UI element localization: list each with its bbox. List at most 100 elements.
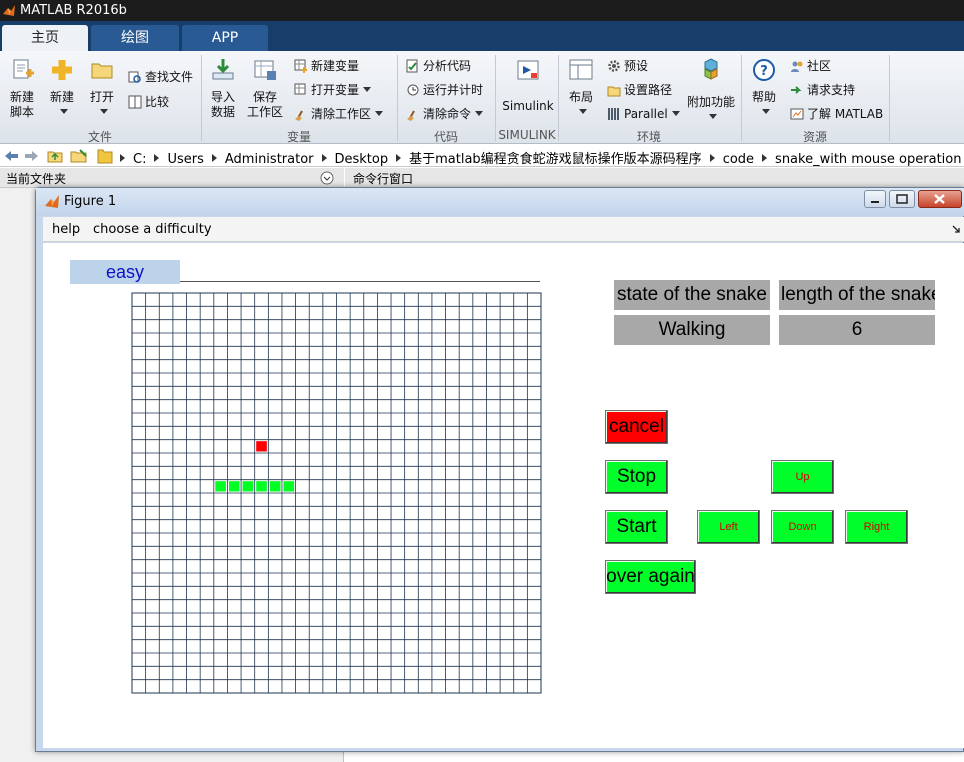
add-ons-caret[interactable] <box>709 114 717 119</box>
figure-menu-bar: help choose a difficulty <box>43 217 964 242</box>
game-grid[interactable] <box>131 292 542 694</box>
back-arrow-icon[interactable] <box>3 149 19 163</box>
open-variable-label: 打开变量 <box>311 83 360 97</box>
add-ons-button[interactable]: 附加功能 <box>686 57 736 125</box>
new-script-label-1: 新建 <box>9 90 34 104</box>
import-data-button[interactable]: 导入 数据 <box>205 57 241 120</box>
difficulty-underline <box>180 281 540 282</box>
find-files-button[interactable]: 查找文件 <box>128 70 193 84</box>
new-button[interactable]: 新建 <box>44 57 80 120</box>
right-button[interactable]: Right <box>845 510 908 544</box>
help-caret[interactable] <box>762 109 770 114</box>
over-again-button[interactable]: over again <box>605 560 696 594</box>
tab-plots[interactable]: 绘图 <box>91 25 179 51</box>
figure-title: Figure 1 <box>64 194 117 209</box>
clear-workspace-button[interactable]: 清除工作区 <box>294 107 384 121</box>
layout-button[interactable]: 布局 <box>563 57 599 120</box>
new-script-icon <box>13 59 34 79</box>
new-script-button[interactable]: 新建 脚本 <box>4 57 40 120</box>
new-dropdown-caret[interactable] <box>60 109 68 114</box>
community-label: 社区 <box>807 59 832 73</box>
dock-arrow-icon[interactable] <box>951 224 961 234</box>
broom-icon <box>407 110 415 121</box>
simulink-label: Simulink <box>502 99 554 113</box>
minimize-icon <box>871 201 879 203</box>
resources-group-label: 资源 <box>802 130 827 144</box>
find-files-icon <box>128 71 141 83</box>
menu-choose-difficulty[interactable]: choose a difficulty <box>93 222 212 237</box>
forward-arrow-icon[interactable] <box>24 149 40 163</box>
simulink-button[interactable]: Simulink <box>500 57 556 114</box>
analyze-code-button[interactable]: 分析代码 <box>406 59 471 73</box>
window-title: MATLAB R2016b <box>20 3 127 18</box>
menu-help[interactable]: help <box>52 222 80 237</box>
save-workspace-button[interactable]: 保存 工作区 <box>245 57 285 120</box>
set-path-button[interactable]: 设置路径 <box>607 83 672 97</box>
compare-label: 比较 <box>145 95 170 109</box>
analyze-code-icon <box>406 59 418 73</box>
address-bar: C: Users Administrator Desktop 基于matlab编程贪食蛇… <box>0 145 964 167</box>
open-label: 打开 <box>89 90 114 104</box>
up-button[interactable]: Up <box>771 460 834 494</box>
community-button[interactable]: 社区 <box>790 59 831 73</box>
stop-button[interactable]: Stop <box>605 460 668 494</box>
up-folder-icon[interactable] <box>47 148 63 164</box>
simulink-icon <box>517 60 539 80</box>
new-variable-icon <box>294 59 307 73</box>
parallel-button[interactable]: Parallel <box>607 107 680 121</box>
save-workspace-label-2: 工作区 <box>246 105 283 119</box>
breadcrumb-item[interactable]: Administrator <box>225 152 314 167</box>
left-button[interactable]: Left <box>697 510 760 544</box>
start-button[interactable]: Start <box>605 510 668 544</box>
preferences-button[interactable]: 预设 <box>607 59 648 73</box>
open-button[interactable]: 打开 <box>84 57 120 120</box>
open-dropdown-caret[interactable] <box>100 109 108 114</box>
parallel-caret[interactable] <box>671 111 680 116</box>
preferences-label: 预设 <box>624 59 649 73</box>
cancel-button[interactable]: cancel <box>605 410 668 444</box>
layout-caret[interactable] <box>579 109 587 114</box>
clear-workspace-caret[interactable] <box>375 111 384 116</box>
food-pellet <box>256 441 267 452</box>
close-icon <box>934 194 945 204</box>
snake-segment <box>256 481 267 492</box>
breadcrumb-item[interactable]: Users <box>167 152 203 167</box>
layout-icon <box>569 59 593 80</box>
breadcrumb-separator <box>762 154 768 162</box>
add-ons-icon <box>704 58 718 80</box>
breadcrumb-item[interactable]: 基于matlab编程贪食蛇游戏鼠标操作版本源码程序 <box>409 152 702 167</box>
breadcrumb-item[interactable]: C: <box>133 152 146 167</box>
request-support-button[interactable]: 请求支持 <box>790 83 855 97</box>
minimize-button[interactable] <box>864 190 886 208</box>
open-variable-button[interactable]: 打开变量 <box>294 83 372 97</box>
run-and-time-button[interactable]: 运行并计时 <box>406 83 483 97</box>
open-variable-caret[interactable] <box>363 87 372 92</box>
breadcrumb-separator <box>154 154 160 162</box>
tab-home[interactable]: 主页 <box>2 25 88 51</box>
snake-length-value: 6 <box>779 315 935 345</box>
down-button[interactable]: Down <box>771 510 834 544</box>
browse-folder-icon[interactable] <box>70 148 88 164</box>
breadcrumb: C: Users Administrator Desktop 基于matlab编程贪食蛇… <box>112 148 961 167</box>
breadcrumb-item[interactable]: Desktop <box>335 152 389 167</box>
tab-apps[interactable]: APP <box>182 25 268 51</box>
new-variable-button[interactable]: 新建变量 <box>294 59 359 73</box>
panel-menu-icon[interactable] <box>320 171 334 185</box>
figure-title-bar[interactable]: Figure 1 <box>36 188 964 216</box>
figure-canvas: easy state of the snake length of the sn… <box>43 243 964 748</box>
learn-matlab-button[interactable]: 了解 MATLAB <box>790 107 883 121</box>
clear-commands-button[interactable]: 清除命令 <box>406 107 484 121</box>
breadcrumb-item[interactable]: code <box>723 152 754 167</box>
breadcrumb-item[interactable]: snake_with mouse operation <box>775 152 961 167</box>
maximize-button[interactable] <box>889 190 915 208</box>
gear-icon <box>608 60 620 72</box>
compare-button[interactable]: 比较 <box>128 95 169 109</box>
snake-segment <box>242 481 254 492</box>
plus-icon <box>52 60 72 80</box>
parallel-label: Parallel <box>624 107 668 121</box>
clear-commands-caret[interactable] <box>475 111 484 116</box>
command-window-header: 命令行窗口 <box>345 168 964 188</box>
close-button[interactable] <box>918 190 962 208</box>
breadcrumb-separator <box>396 154 402 162</box>
help-button[interactable]: ? 帮助 <box>746 57 782 120</box>
